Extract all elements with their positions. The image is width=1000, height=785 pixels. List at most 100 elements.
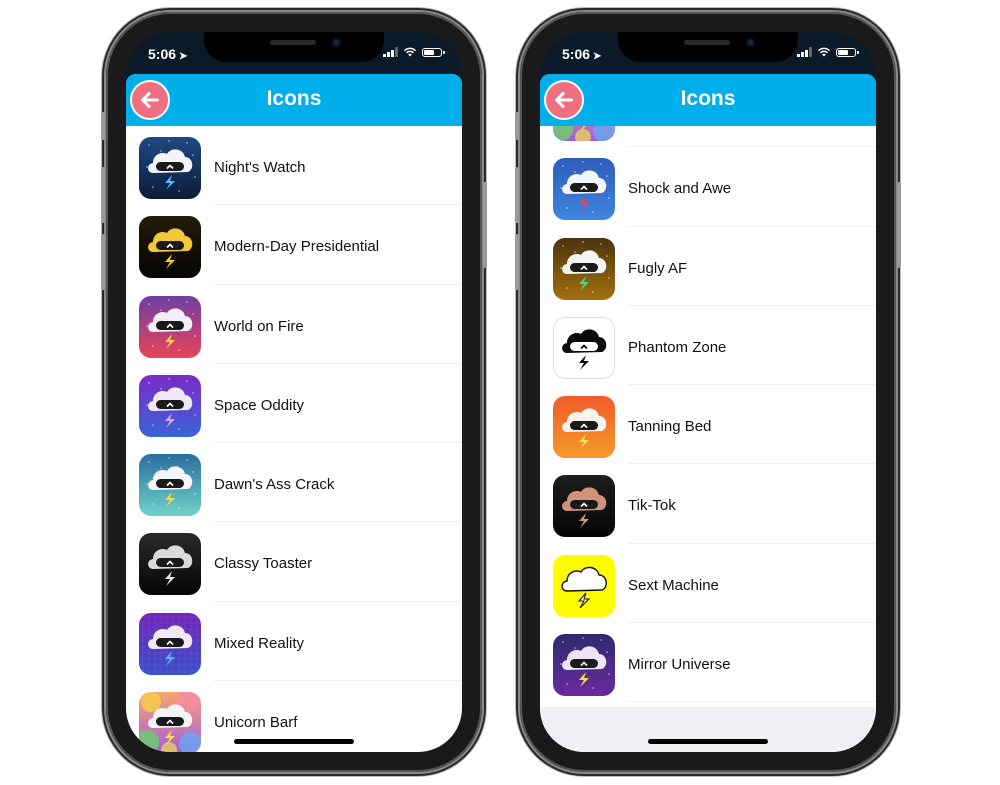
- app-icon-graphic: [553, 554, 615, 617]
- app-icon-graphic: [553, 475, 615, 538]
- cellular-signal-icon: [797, 47, 812, 57]
- app-icon-preview: [553, 126, 615, 141]
- app-icon-preview: [553, 396, 615, 459]
- app-icon-preview: [553, 475, 615, 538]
- side-button: [483, 182, 487, 268]
- app-icon-graphic: [553, 158, 615, 221]
- list-item[interactable]: Night's Watch: [126, 126, 462, 206]
- speaker: [270, 40, 316, 45]
- cellular-signal-icon: [383, 47, 398, 57]
- list-item[interactable]: World on Fire: [126, 285, 462, 364]
- app-view: Icons Unicorn Barf Shock and Awe Fugly A…: [540, 74, 876, 752]
- list-footer: [540, 707, 876, 752]
- list-item-label: Unicorn Barf: [214, 714, 298, 732]
- notch: [204, 32, 384, 62]
- app-icon-graphic: [139, 533, 201, 596]
- status-time: 5:06 ➤: [148, 46, 187, 62]
- list-item-label: Space Oddity: [214, 396, 305, 414]
- status-icons: [797, 47, 859, 57]
- app-icon-graphic: [139, 137, 201, 199]
- volume-down-button: [515, 234, 519, 290]
- list-item[interactable]: Mirror Universe: [540, 623, 876, 703]
- home-indicator[interactable]: [648, 739, 768, 744]
- nav-bar: Icons: [540, 74, 876, 126]
- app-icon-preview: [139, 374, 201, 437]
- notch: [618, 32, 798, 62]
- volume-up-button: [515, 167, 519, 223]
- side-button: [897, 182, 901, 268]
- front-camera: [746, 38, 755, 47]
- list-item-label: Sext Machine: [628, 576, 719, 594]
- list-item[interactable]: Sext Machine: [540, 544, 876, 624]
- app-icon-graphic: [553, 634, 615, 697]
- battery-icon: [422, 47, 445, 57]
- separator: [628, 701, 876, 703]
- list-item[interactable]: Unicorn Barf: [540, 126, 876, 148]
- app-icon-preview: [139, 612, 201, 675]
- app-icon-graphic: [139, 454, 201, 517]
- app-icon-preview: [139, 533, 201, 596]
- app-icon-preview: [553, 158, 615, 221]
- app-icon-graphic: [139, 295, 201, 358]
- app-icon-preview: [139, 137, 201, 199]
- time-text: 5:06: [562, 46, 591, 62]
- phone-left: 5:06 ➤ Icons Night's Watch Modern-Day Pr…: [101, 12, 487, 772]
- app-icon-preview: [553, 237, 615, 300]
- status-time: 5:06 ➤: [562, 46, 601, 62]
- screen: 5:06 ➤ Icons Night's Watch Modern-Day Pr…: [126, 32, 462, 752]
- list-item-label: Shock and Awe: [628, 180, 732, 198]
- app-icon-graphic: [139, 216, 201, 279]
- time-text: 5:06: [148, 46, 177, 62]
- list-item[interactable]: Modern-Day Presidential: [126, 205, 462, 285]
- volume-up-button: [101, 167, 105, 223]
- icon-list[interactable]: Unicorn Barf Shock and Awe Fugly AF Phan…: [540, 126, 876, 752]
- front-camera: [332, 38, 341, 47]
- status-icons: [383, 47, 445, 57]
- list-item[interactable]: Space Oddity: [126, 364, 462, 444]
- app-icon-preview: [553, 554, 615, 617]
- list-item-label: Fugly AF: [628, 259, 688, 277]
- mute-switch: [101, 112, 105, 140]
- list-item-label: Tik-Tok: [628, 497, 676, 515]
- list-item-label: Mixed Reality: [214, 634, 305, 652]
- wifi-icon: [403, 47, 417, 57]
- screen: 5:06➤ Icons Unicorn Barf Sh: [540, 32, 876, 752]
- list-item-label: Modern-Day Presidential: [214, 238, 380, 256]
- battery-icon: [836, 47, 859, 57]
- nav-bar: Icons: [126, 74, 462, 126]
- page-title: Icons: [266, 87, 322, 110]
- app-icon-graphic: [139, 612, 201, 675]
- app-icon-preview: [139, 216, 201, 279]
- app-icon-graphic: [139, 692, 201, 752]
- list-item[interactable]: Mixed Reality: [126, 602, 462, 682]
- list-item[interactable]: Dawn's Ass Crack: [126, 443, 462, 523]
- icon-list[interactable]: Night's Watch Modern-Day Presidential Wo…: [126, 126, 462, 752]
- location-arrow-icon: ➤: [593, 51, 602, 62]
- app-icon-graphic: [553, 396, 615, 459]
- list-item-label: Dawn's Ass Crack: [214, 476, 335, 494]
- app-icon-preview: [139, 454, 201, 517]
- list-item[interactable]: Tik-Tok: [540, 464, 876, 544]
- app-icon-preview: [139, 692, 201, 752]
- speaker: [684, 40, 730, 45]
- volume-down-button: [101, 234, 105, 290]
- page-title: Icons: [680, 87, 736, 110]
- app-icon-preview: [553, 316, 615, 379]
- app-icon-preview: [553, 634, 615, 697]
- mute-switch: [515, 112, 519, 140]
- wifi-icon: [817, 47, 831, 57]
- app-icon-graphic: [553, 316, 615, 379]
- list-item-label: Mirror Universe: [628, 656, 731, 674]
- list-item-label: Phantom Zone: [628, 338, 727, 356]
- home-indicator[interactable]: [234, 739, 354, 744]
- list-item[interactable]: Phantom Zone: [540, 306, 876, 386]
- list-item-label: Night's Watch: [214, 159, 306, 176]
- list-item[interactable]: Tanning Bed: [540, 385, 876, 465]
- app-icon-preview: [139, 295, 201, 358]
- app-icon-graphic: [553, 126, 615, 141]
- phone-right: 5:06➤ Icons Unicorn Barf Sh: [515, 12, 901, 772]
- list-item-label: World on Fire: [214, 317, 304, 335]
- list-item[interactable]: Fugly AF: [540, 227, 876, 306]
- list-item[interactable]: Classy Toaster: [126, 522, 462, 602]
- list-item[interactable]: Shock and Awe: [540, 147, 876, 227]
